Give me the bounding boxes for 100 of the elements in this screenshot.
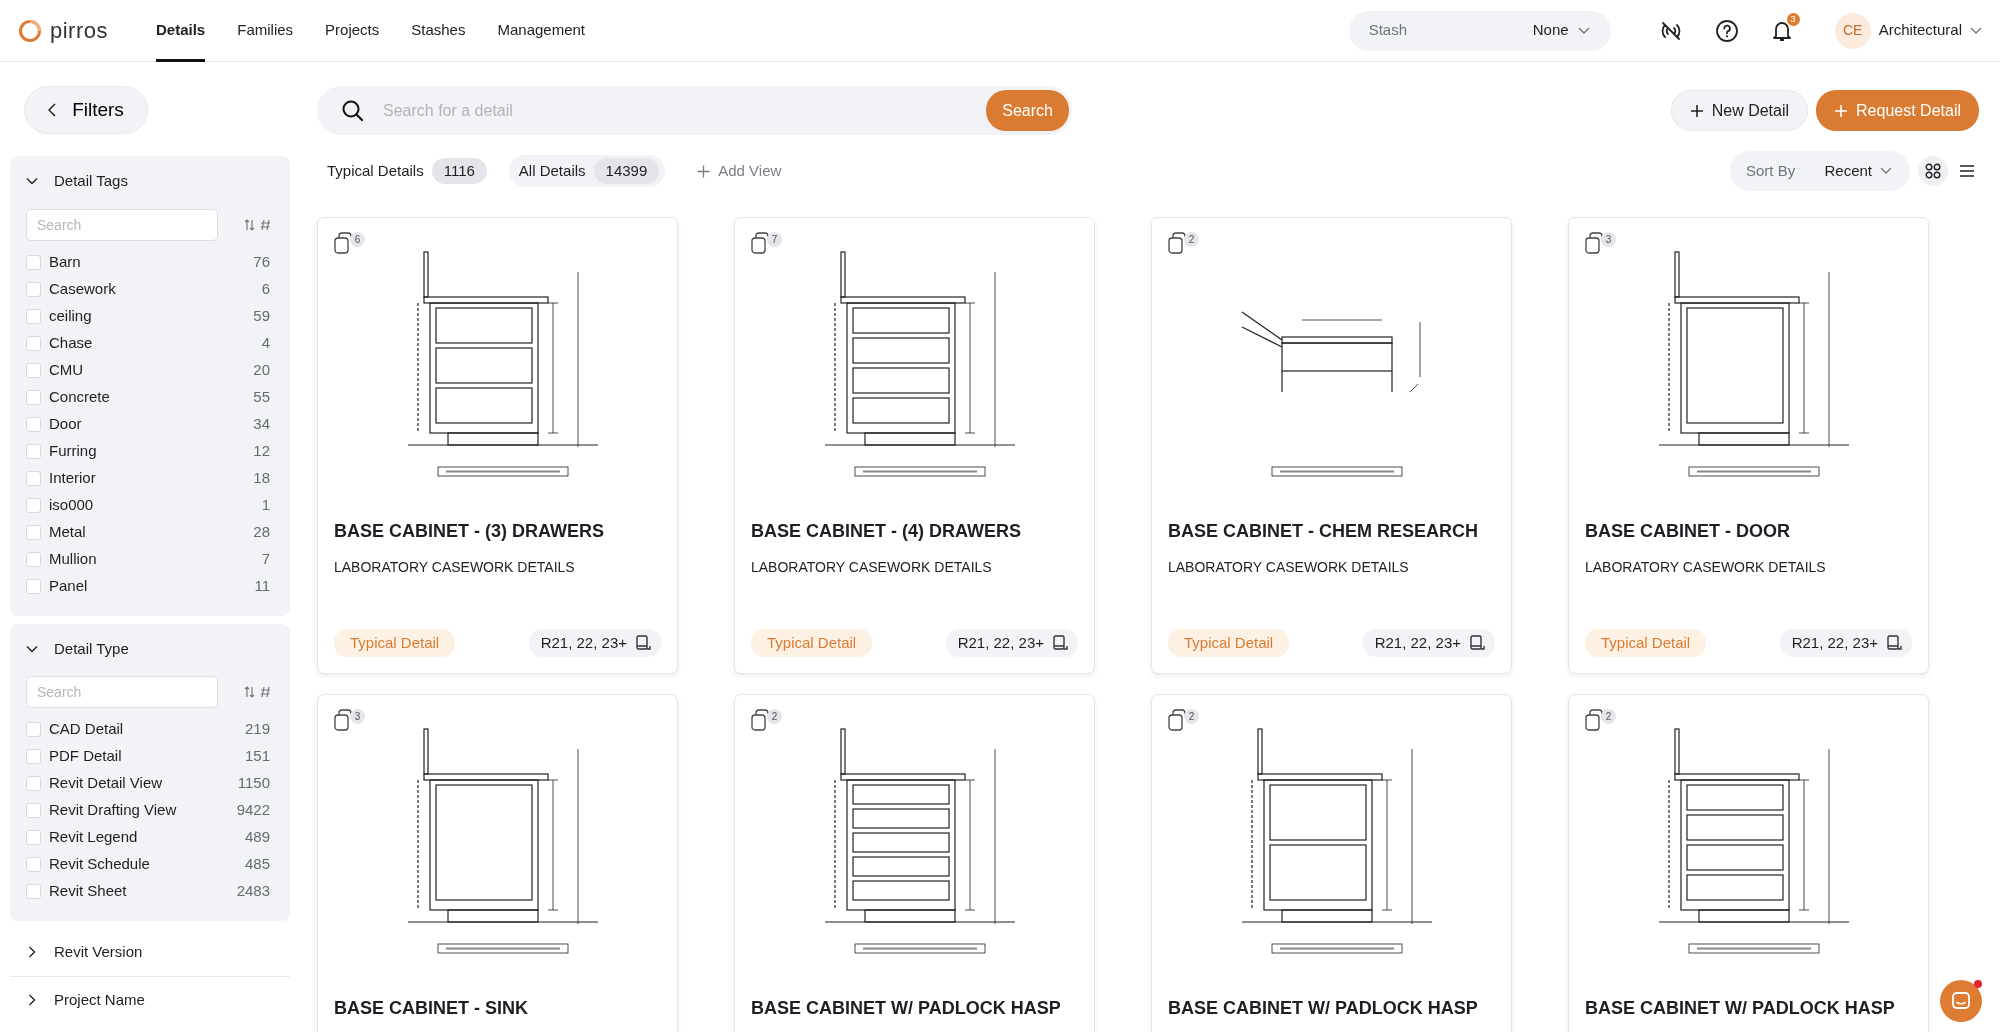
filter-option[interactable]: Revit Sheet 2483	[26, 878, 274, 905]
stash-dropdown[interactable]: Stash None	[1348, 10, 1611, 51]
card-title[interactable]: BASE CABINET - SINK	[334, 995, 661, 1022]
checkbox[interactable]	[26, 551, 41, 567]
section-title[interactable]: Detail Tags	[54, 170, 128, 193]
card-title[interactable]: BASE CABINET - CHEM RESEARCH	[1168, 518, 1495, 545]
detail-card[interactable]: 6 BASE CABINET - (3) DRAWERS LABORATORY CASEWORK DETAILS Typical Detail R21, 22, 23+	[317, 217, 678, 674]
detail-card[interactable]: 3 BASE CABINET - DOOR LABORATORY CASEWORK DETAILS Typical Detail R21, 22, 23+	[1568, 217, 1929, 674]
menu-icon	[1959, 164, 1975, 178]
card-title[interactable]: BASE CABINET - (3) DRAWERS	[334, 518, 661, 545]
detail-card[interactable]: 2 BASE CABINET W/ PADLOCK HASP	[1151, 694, 1512, 1032]
new-detail-button[interactable]: New Detail	[1670, 90, 1809, 131]
checkbox[interactable]	[26, 389, 41, 405]
search-field[interactable]: Search	[26, 676, 218, 708]
checkbox[interactable]	[26, 443, 41, 459]
filter-option[interactable]: Revit Legend 489	[26, 824, 274, 851]
checkbox[interactable]	[26, 749, 41, 764]
section-title[interactable]: Revit Version	[54, 941, 143, 964]
checkbox[interactable]	[26, 362, 41, 378]
user-name[interactable]: Architectural	[1878, 19, 1962, 42]
nav-tab[interactable]: Details	[156, 0, 206, 62]
checkbox[interactable]	[26, 722, 41, 737]
card-subtitle: LABORATORY CASEWORK DETAILS	[1168, 558, 1410, 577]
chevron-right-icon[interactable]	[26, 993, 38, 1006]
grid-icon	[1925, 163, 1941, 179]
filter-option[interactable]: Concrete 55	[26, 383, 274, 411]
checkbox[interactable]	[26, 254, 41, 270]
filter-option[interactable]: Barn 76	[26, 248, 274, 276]
filter-option[interactable]: Chase 4	[26, 329, 274, 357]
search-icon	[341, 98, 365, 123]
stack-count-badge: 6	[334, 232, 365, 254]
caret-icon	[1880, 167, 1892, 175]
stack-count-badge: 3	[334, 709, 365, 731]
detail-card[interactable]: 2 BASE CABINET W/ PADLOCK HASP	[1568, 694, 1929, 1032]
nav-tab[interactable]: Stashes	[411, 0, 466, 62]
checkbox[interactable]	[26, 857, 41, 872]
count-badge: 14399	[593, 157, 660, 185]
revit-version-pill: R21, 22, 23+	[945, 628, 1078, 657]
section-title[interactable]: Detail Type	[54, 637, 129, 660]
typical-detail-tag: Typical Detail	[1168, 628, 1290, 657]
detail-card[interactable]: 2 BASE CABINET - CHEM RESEARCH LABORATORY CASEWORK DETAILS Typical Detail R21, 22, 23+	[1151, 217, 1512, 674]
checkbox[interactable]	[26, 830, 41, 845]
filter-option[interactable]: PDF Detail 151	[26, 743, 274, 770]
chat-icon	[1951, 991, 1971, 1011]
filter-option[interactable]: CAD Detail 219	[26, 716, 274, 743]
filter-option[interactable]: ceiling 59	[26, 302, 274, 330]
filter-option[interactable]: Revit Schedule 485	[26, 851, 274, 878]
card-title[interactable]: BASE CABINET W/ PADLOCK HASP	[1168, 995, 1495, 1022]
view-tab[interactable]: Typical Details 1116	[317, 154, 493, 188]
nav-tab[interactable]: Families	[237, 0, 294, 62]
checkbox[interactable]	[26, 335, 41, 351]
typical-detail-tag: Typical Detail	[334, 628, 456, 657]
card-title[interactable]: BASE CABINET W/ PADLOCK HASP	[1585, 995, 1912, 1022]
card-subtitle: LABORATORY CASEWORK DETAILS	[751, 558, 993, 577]
detail-card[interactable]: 2 BASE CABINET W/ PADLOCK HASP	[734, 694, 1095, 1032]
checkbox[interactable]	[26, 470, 41, 486]
filter-option[interactable]: Mullion 7	[26, 545, 274, 573]
checkbox[interactable]	[26, 416, 41, 432]
detail-card[interactable]: 3 BASE CABINET - SINK	[317, 694, 678, 1032]
checkbox[interactable]	[26, 308, 41, 324]
sort-dropdown[interactable]: Sort By Recent	[1730, 151, 1910, 191]
filter-option[interactable]: Revit Detail View 1150	[26, 770, 274, 797]
card-title[interactable]: BASE CABINET W/ PADLOCK HASP	[751, 995, 1078, 1022]
checkbox[interactable]	[26, 776, 41, 791]
filter-option[interactable]: Revit Drafting View 9422	[26, 797, 274, 824]
sort-value: Recent	[1824, 160, 1872, 181]
checkbox[interactable]	[26, 578, 41, 594]
filter-option[interactable]: Casework 6	[26, 275, 274, 303]
tablet-icon	[1886, 634, 1902, 651]
caret-icon[interactable]	[1970, 26, 1982, 35]
filter-option[interactable]: Panel 11	[26, 572, 274, 600]
help-icon[interactable]	[1714, 18, 1739, 43]
notification-dot	[1974, 980, 1982, 988]
checkbox[interactable]	[26, 524, 41, 540]
view-tab[interactable]: All Details 14399	[508, 154, 666, 188]
checkbox[interactable]	[26, 884, 41, 899]
search-field[interactable]: Search	[26, 208, 218, 241]
nav-tab[interactable]: Projects	[325, 0, 380, 62]
caret-icon	[1576, 25, 1591, 36]
add-view-button[interactable]: Add View	[697, 159, 782, 183]
chat-button[interactable]	[1940, 980, 1982, 1022]
filter-option[interactable]: Interior 18	[26, 464, 274, 492]
nav-tab[interactable]: Management	[497, 0, 585, 62]
chevron-right-icon[interactable]	[26, 946, 38, 959]
filters-button[interactable]: Filters	[24, 86, 148, 134]
checkbox[interactable]	[26, 497, 41, 513]
checkbox[interactable]	[26, 803, 41, 818]
filter-option[interactable]: Metal 28	[26, 518, 274, 546]
tablet-icon	[635, 634, 651, 651]
card-title[interactable]: BASE CABINET - DOOR	[1585, 518, 1912, 545]
section-title[interactable]: Project Name	[54, 988, 145, 1011]
notification-badge: 3	[1786, 12, 1800, 26]
grid-view-toggle[interactable]	[1918, 156, 1948, 186]
filter-option[interactable]: CMU 20	[26, 356, 274, 384]
filter-option[interactable]: Furring 12	[26, 437, 274, 465]
detail-card[interactable]: 7 BASE CABINET - (4) DRAWERS LABORATORY CASEWORK DETAILS Typical Detail R21, 22, 23+	[734, 217, 1095, 674]
filter-option[interactable]: iso000 1	[26, 491, 274, 519]
card-title[interactable]: BASE CABINET - (4) DRAWERS	[751, 518, 1078, 545]
filter-option[interactable]: Door 34	[26, 410, 274, 438]
checkbox[interactable]	[26, 281, 41, 297]
